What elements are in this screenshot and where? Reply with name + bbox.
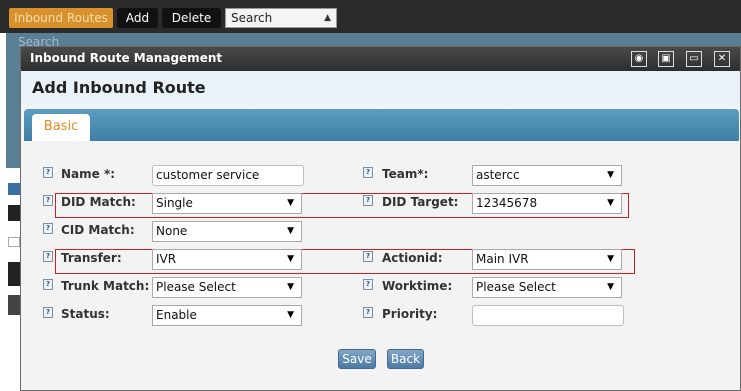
help-icon[interactable]: ? (43, 195, 53, 206)
background-row-marker (8, 262, 20, 286)
actionid-select[interactable]: Main IVR ▼ (472, 249, 622, 270)
help-icon[interactable]: ? (43, 223, 53, 234)
back-button[interactable]: Back (387, 349, 424, 369)
transfer-select[interactable]: IVR ▼ (152, 249, 302, 270)
dropdown-arrow-icon: ▼ (607, 170, 614, 180)
dropdown-arrow-icon: ▼ (607, 282, 614, 292)
minimize-icon[interactable]: ▭ (686, 51, 702, 67)
search-select-value: Search (231, 11, 273, 25)
background-doc-icon (8, 183, 20, 195)
did-target-value: 12345678 (476, 196, 538, 210)
dialog-title: Inbound Route Management (30, 51, 223, 65)
status-select[interactable]: Enable ▼ (152, 305, 302, 326)
close-icon[interactable]: ✕ (714, 51, 730, 67)
trunk-match-select[interactable]: Please Select ▼ (152, 277, 302, 298)
team-select[interactable]: astercc ▼ (472, 165, 622, 186)
dialog-titlebar[interactable]: Inbound Route Management ◉ ▣ ▭ ✕ (21, 47, 740, 71)
dropdown-arrow-icon: ▼ (287, 254, 294, 264)
tab-basic[interactable]: Basic (32, 114, 90, 142)
actionid-label: Actionid: (382, 251, 443, 265)
did-target-label: DID Target: (382, 195, 459, 209)
help-icon[interactable]: ? (363, 279, 373, 290)
priority-label: Priority: (382, 307, 438, 321)
dropdown-arrow-icon: ▼ (287, 282, 294, 292)
status-label: Status: (61, 307, 110, 321)
help-icon[interactable]: ? (43, 307, 53, 318)
priority-input[interactable] (472, 305, 624, 326)
dropdown-arrow-icon: ▼ (287, 198, 294, 208)
restore-icon[interactable]: ◉ (631, 51, 647, 67)
tab-bar: Basic (24, 109, 739, 142)
status-value: Enable (156, 308, 197, 322)
dialog-header: Add Inbound Route (21, 71, 740, 105)
cid-match-value: None (156, 224, 188, 238)
team-label: Team*: (382, 167, 429, 181)
did-match-label: DID Match: (61, 195, 136, 209)
dropdown-arrow-icon: ▼ (607, 198, 614, 208)
save-button[interactable]: Save (338, 349, 376, 369)
search-select[interactable]: Search ▲ (225, 8, 337, 28)
team-select-value: astercc (476, 168, 520, 182)
page-title: Add Inbound Route (32, 78, 206, 97)
help-icon[interactable]: ? (363, 195, 373, 206)
add-button[interactable]: Add (117, 8, 158, 28)
trunk-match-value: Please Select (156, 280, 236, 294)
inbound-routes-tab[interactable]: Inbound Routes (9, 8, 113, 28)
transfer-value: IVR (156, 252, 177, 266)
help-icon[interactable]: ? (43, 279, 53, 290)
name-input[interactable]: customer service (152, 165, 304, 186)
did-target-select[interactable]: 12345678 ▼ (472, 193, 622, 214)
delete-button[interactable]: Delete (162, 8, 221, 28)
name-label: Name *: (61, 167, 116, 181)
help-icon[interactable]: ? (363, 167, 373, 178)
background-row-marker (8, 295, 20, 315)
dropdown-arrow-icon: ▼ (607, 254, 614, 264)
sort-arrows-icon: ▲ (324, 13, 331, 23)
inbound-route-dialog: Inbound Route Management ◉ ▣ ▭ ✕ Add Inb… (20, 46, 741, 391)
background-row-marker (8, 205, 20, 221)
transfer-label: Transfer: (61, 251, 122, 265)
cid-match-label: CID Match: (61, 223, 135, 237)
maximize-icon[interactable]: ▣ (658, 51, 674, 67)
cid-match-select[interactable]: None ▼ (152, 221, 302, 242)
trunk-match-label: Trunk Match: (61, 279, 150, 293)
dropdown-arrow-icon: ▼ (287, 226, 294, 236)
worktime-value: Please Select (476, 280, 556, 294)
did-match-select[interactable]: Single ▼ (152, 193, 302, 214)
help-icon[interactable]: ? (363, 251, 373, 262)
help-icon[interactable]: ? (43, 167, 53, 178)
dropdown-arrow-icon: ▼ (287, 310, 294, 320)
worktime-select[interactable]: Please Select ▼ (472, 277, 622, 298)
help-icon[interactable]: ? (363, 307, 373, 318)
did-match-value: Single (156, 196, 193, 210)
background-checkbox[interactable] (8, 237, 20, 247)
actionid-value: Main IVR (476, 252, 529, 266)
worktime-label: Worktime: (382, 279, 453, 293)
help-icon[interactable]: ? (43, 251, 53, 262)
